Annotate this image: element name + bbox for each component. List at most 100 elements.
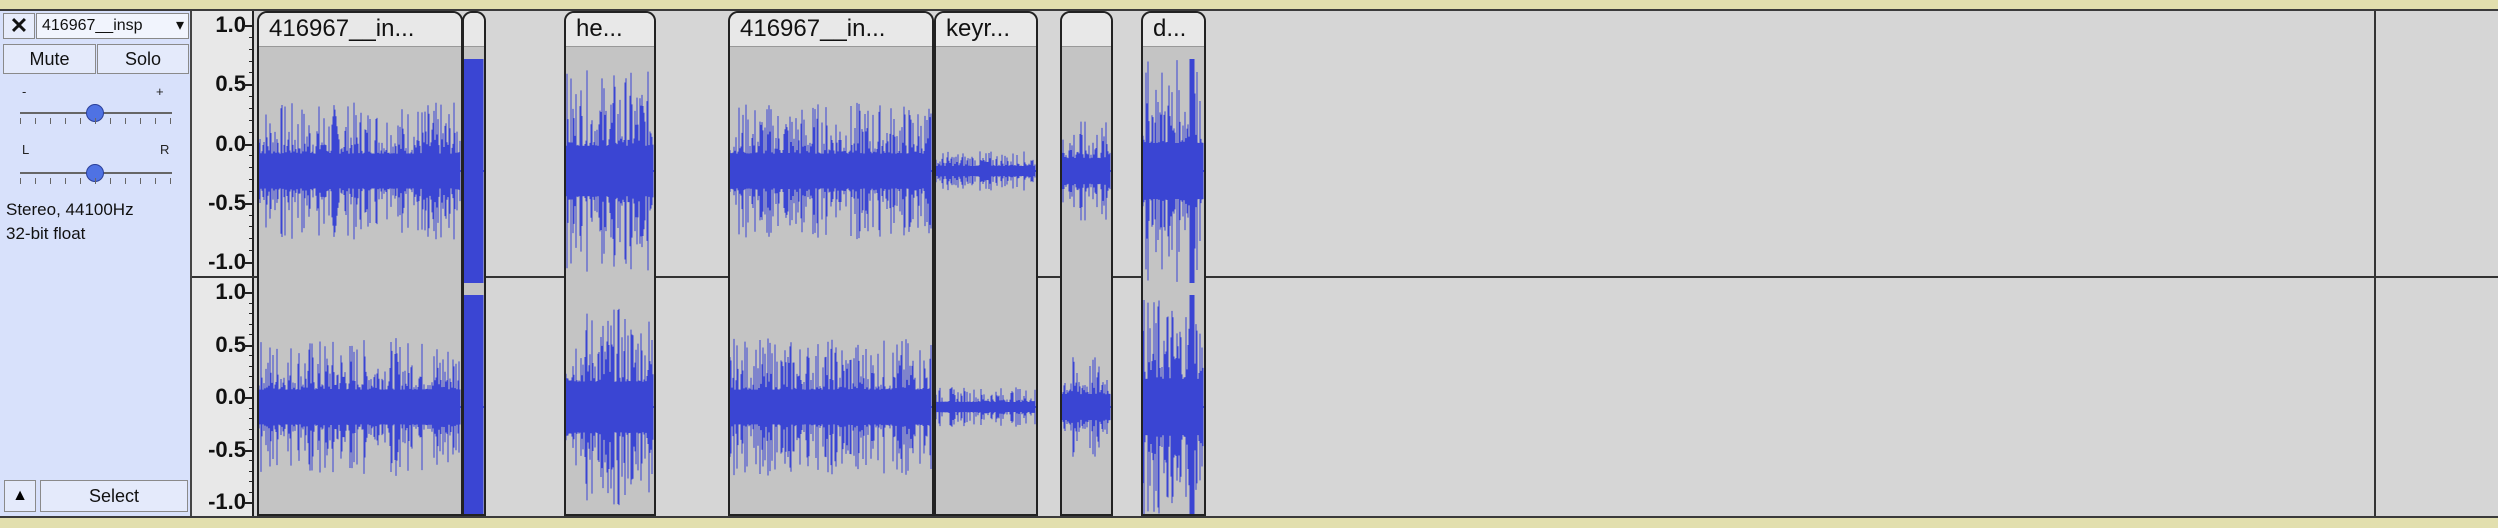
- ruler-major-tick: [244, 292, 254, 294]
- ruler-minor-tick: [249, 250, 254, 252]
- ruler-minor-tick: [249, 302, 254, 304]
- ruler-minor-tick: [249, 491, 254, 493]
- audio-clip[interactable]: 416967__in...: [257, 11, 463, 516]
- slider-tick: [50, 178, 51, 184]
- clip-title-bar[interactable]: keyr...: [936, 13, 1036, 47]
- slider-tick: [140, 118, 141, 124]
- ruler-minor-tick: [249, 313, 254, 314]
- pan-slider[interactable]: [20, 164, 172, 182]
- gain-min-label: -: [22, 84, 27, 99]
- mute-button[interactable]: Mute: [3, 44, 96, 74]
- channel-divider: [192, 276, 2498, 278]
- audio-clip[interactable]: he...: [564, 11, 656, 516]
- track-name-menu[interactable]: 416967__insp ▾: [36, 13, 189, 39]
- ruler-label: 0.0: [215, 384, 246, 409]
- slider-tick: [170, 178, 171, 184]
- slider-tick: [110, 118, 111, 124]
- pan-right-label: R: [160, 142, 170, 157]
- dropdown-arrow-icon: ▾: [175, 17, 184, 34]
- slider-tick: [125, 178, 126, 184]
- gain-slider[interactable]: [20, 104, 172, 122]
- track-format-rate: Stereo, 44100Hz: [6, 200, 134, 219]
- ruler-major-tick: [244, 84, 254, 87]
- ruler-minor-tick: [249, 190, 254, 192]
- ruler-minor-tick: [249, 439, 254, 440]
- clip-name-label: 416967__in...: [269, 15, 415, 42]
- slider-tick: [80, 118, 81, 124]
- ruler-minor-tick: [249, 407, 254, 409]
- ruler-minor-tick: [249, 226, 254, 228]
- track-format-bits: 32-bit float: [6, 224, 86, 243]
- clip-waveform: [1062, 121, 1111, 457]
- slider-tick: [65, 178, 66, 184]
- clip-title-bar[interactable]: [464, 13, 484, 47]
- slider-tick: [95, 178, 96, 184]
- slider-tick: [110, 178, 111, 184]
- slider-tick: [155, 118, 156, 124]
- ruler-minor-tick: [249, 214, 254, 216]
- slider-tick: [125, 118, 126, 124]
- ruler-label: -0.5: [208, 436, 246, 462]
- clip-name-label: 416967__in...: [740, 15, 886, 42]
- clip-title-bar[interactable]: d...: [1143, 13, 1204, 47]
- ruler-minor-tick: [249, 179, 254, 181]
- ruler-minor-tick: [249, 155, 254, 157]
- slider-tick: [140, 178, 141, 184]
- ruler-minor-tick: [249, 60, 254, 62]
- audio-clip[interactable]: 416967__in...: [728, 11, 934, 516]
- clip-title-bar[interactable]: he...: [566, 13, 654, 47]
- clip-title-bar[interactable]: [1062, 13, 1111, 47]
- clip-waveform: [730, 102, 932, 476]
- ruler-major-tick: [244, 262, 254, 264]
- ruler-minor-tick: [249, 418, 254, 419]
- slider-tick: [170, 118, 171, 124]
- slider-tick: [155, 178, 156, 184]
- audio-clip[interactable]: keyr...: [934, 11, 1038, 516]
- waveform-channel: [464, 295, 484, 514]
- track-end-marker: [2374, 11, 2376, 516]
- ruler-label: 0.5: [215, 331, 246, 357]
- ruler-minor-tick: [249, 107, 254, 109]
- slider-tick: [35, 118, 36, 124]
- clip-waveform: [464, 59, 484, 514]
- clip-title-bar[interactable]: 416967__in...: [259, 13, 461, 47]
- collapse-track-button[interactable]: ▲: [4, 480, 36, 512]
- ruler-label: 0.5: [215, 71, 246, 97]
- audio-clip[interactable]: d...: [1141, 11, 1206, 516]
- ruler-minor-tick: [249, 334, 254, 335]
- clip-name-label: keyr...: [946, 15, 1011, 42]
- ruler-minor-tick: [249, 376, 254, 377]
- slider-tick: [50, 118, 51, 124]
- pan-left-label: L: [22, 142, 30, 157]
- ruler-minor-tick: [249, 48, 254, 50]
- slider-tick: [20, 178, 21, 184]
- ruler-minor-tick: [249, 238, 254, 240]
- select-track-button[interactable]: Select: [40, 480, 188, 512]
- ruler-label: 1.0: [215, 12, 246, 37]
- audio-clip[interactable]: [1060, 11, 1113, 516]
- ruler-minor-tick: [249, 470, 254, 472]
- bottom-border: [0, 516, 2498, 528]
- waveform-channel: [1143, 295, 1204, 514]
- ruler-minor-tick: [249, 72, 254, 74]
- solo-button[interactable]: Solo: [97, 44, 189, 74]
- clip-title-bar[interactable]: 416967__in...: [730, 13, 932, 47]
- ruler-minor-tick: [249, 96, 254, 98]
- track-name-label: 416967__insp: [42, 17, 143, 34]
- gain-max-label: +: [156, 84, 164, 99]
- audio-clip[interactable]: [462, 11, 486, 516]
- ruler-minor-tick: [249, 323, 254, 325]
- slider-tick: [35, 178, 36, 184]
- ruler-major-tick: [244, 25, 254, 27]
- ruler-label: 1.0: [215, 279, 246, 304]
- clip-waveform: [1143, 59, 1204, 514]
- ruler-minor-tick: [249, 428, 254, 430]
- slider-tick: [65, 118, 66, 124]
- ruler-major-tick: [244, 502, 254, 504]
- ruler-major-tick: [244, 397, 254, 399]
- ruler-minor-tick: [249, 131, 254, 133]
- ruler-label: -1.0: [208, 489, 246, 514]
- close-track-button[interactable]: ✕: [3, 13, 35, 39]
- ruler-major-tick: [244, 143, 254, 146]
- ruler-minor-tick: [249, 481, 254, 482]
